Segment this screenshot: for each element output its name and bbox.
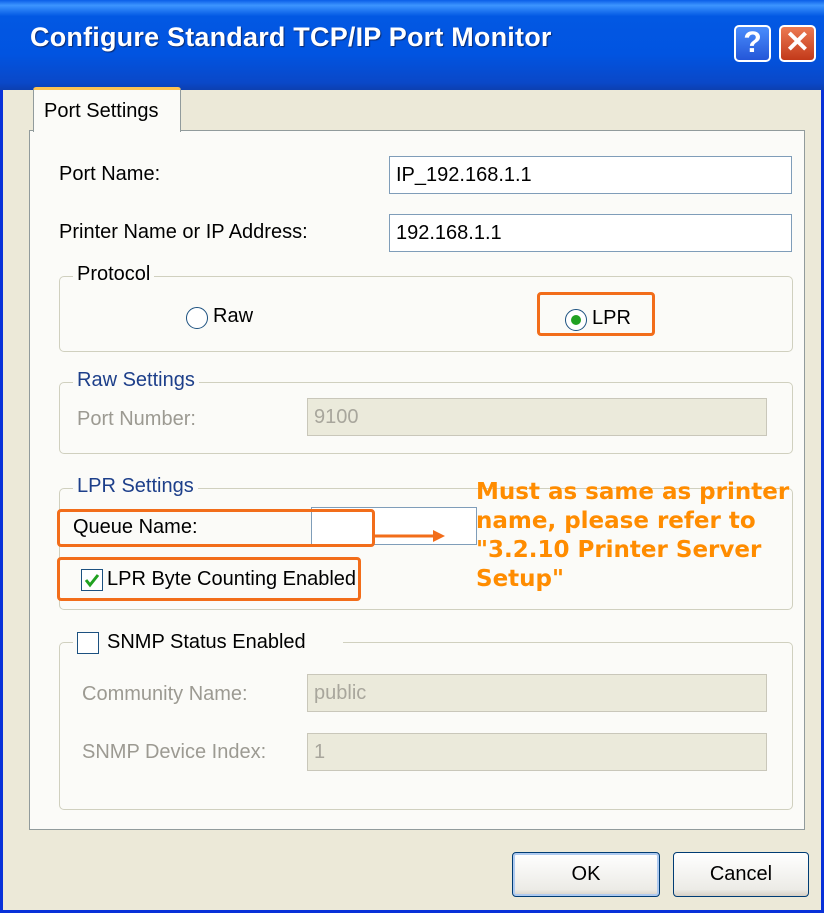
raw-settings-legend: Raw Settings	[73, 369, 199, 392]
port-number-input: 9100	[307, 398, 767, 436]
port-name-input[interactable]: IP_192.168.1.1	[389, 156, 792, 194]
queue-name-highlight-box	[57, 509, 375, 547]
printer-address-label: Printer Name or IP Address:	[59, 221, 308, 243]
protocol-group	[59, 276, 793, 352]
printer-address-input[interactable]: 192.168.1.1	[389, 214, 792, 252]
port-number-label: Port Number:	[77, 408, 196, 430]
snmp-device-index-label: SNMP Device Index:	[82, 741, 267, 763]
byte-counting-highlight-box	[57, 557, 361, 601]
protocol-legend: Protocol	[73, 263, 155, 286]
snmp-status-checkbox[interactable]	[77, 632, 99, 654]
close-icon[interactable]: ✕	[779, 25, 816, 62]
raw-radio[interactable]	[186, 307, 208, 329]
window-title: Configure Standard TCP/IP Port Monitor	[30, 22, 552, 52]
lpr-settings-legend: LPR Settings	[73, 475, 198, 498]
help-icon[interactable]: ?	[734, 25, 771, 62]
ok-button[interactable]: OK	[512, 852, 660, 897]
lpr-highlight-box	[537, 292, 655, 336]
annotation-note: Must as same as printer name, please ref…	[476, 479, 790, 592]
dialog-window: Configure Standard TCP/IP Port Monitor ?…	[0, 0, 824, 913]
cancel-button[interactable]: Cancel	[673, 852, 809, 897]
port-name-label: Port Name:	[59, 163, 161, 185]
community-name-label: Community Name:	[82, 683, 248, 705]
annotation-arrow-icon	[375, 530, 445, 542]
snmp-group	[59, 642, 793, 810]
snmp-status-label[interactable]: SNMP Status Enabled	[107, 631, 306, 654]
community-name-input: public	[307, 674, 767, 712]
title-bar[interactable]: Configure Standard TCP/IP Port Monitor ?…	[0, 0, 824, 90]
snmp-device-index-input: 1	[307, 733, 767, 771]
raw-radio-label[interactable]: Raw	[213, 305, 253, 328]
snmp-legend: SNMP Status Enabled	[73, 629, 343, 657]
tab-port-settings[interactable]: Port Settings	[33, 87, 181, 132]
